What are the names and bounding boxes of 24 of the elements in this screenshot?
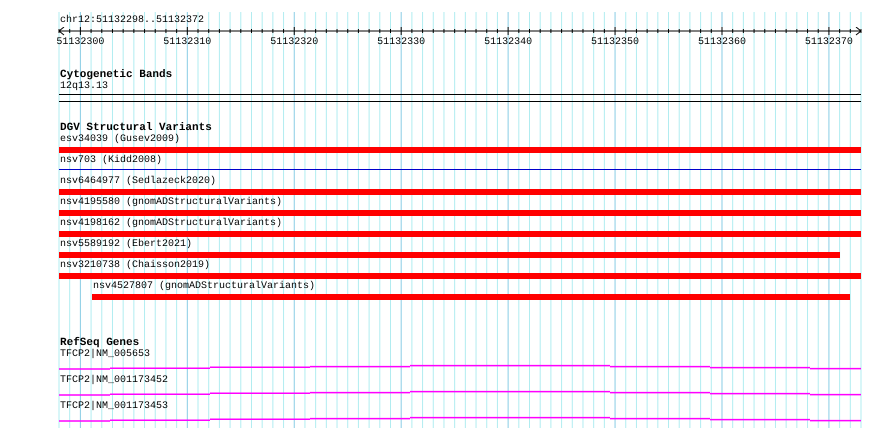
tick-label: 51132300	[56, 37, 104, 49]
track-title: RefSeq Genes	[60, 337, 140, 349]
gene-label[interactable]: TFCP2|NM_005653	[60, 349, 150, 361]
gene-label[interactable]: TFCP2|NM_001173453	[60, 401, 168, 413]
variant-label[interactable]: esv34039 (Gusev2009)	[60, 134, 180, 146]
variant-label[interactable]: nsv4195580 (gnomADStructuralVariants)	[60, 197, 282, 209]
tick-label: 51132370	[804, 37, 853, 49]
variant-label[interactable]: nsv4527807 (gnomADStructuralVariants)	[93, 281, 316, 293]
tick-label: 51132350	[591, 37, 640, 49]
variant-label[interactable]: nsv5589192 (Ebert2021)	[60, 239, 192, 251]
tick-label: 51132360	[698, 37, 746, 49]
variant-label[interactable]: nsv703 (Kidd2008)	[60, 155, 162, 167]
variant-label[interactable]: nsv4198162 (gnomADStructuralVariants)	[60, 218, 282, 230]
location-label: chr12:51132298..51132372	[60, 15, 204, 27]
tick-label: 51132340	[484, 37, 532, 49]
tick-label: 51132310	[163, 37, 212, 49]
gene-label[interactable]: TFCP2|NM_001173452	[60, 375, 168, 387]
variant-label[interactable]: nsv6464977 (Sedlazeck2020)	[60, 176, 216, 188]
track-title: Cytogenetic Bands	[60, 69, 172, 81]
variant-label[interactable]: nsv3210738 (Chaisson2019)	[60, 260, 210, 272]
tick-label: 51132320	[270, 37, 318, 49]
band-label: 12q13.13	[60, 81, 108, 93]
tick-label: 51132330	[377, 37, 426, 49]
track-title: DGV Structural Variants	[60, 122, 212, 134]
